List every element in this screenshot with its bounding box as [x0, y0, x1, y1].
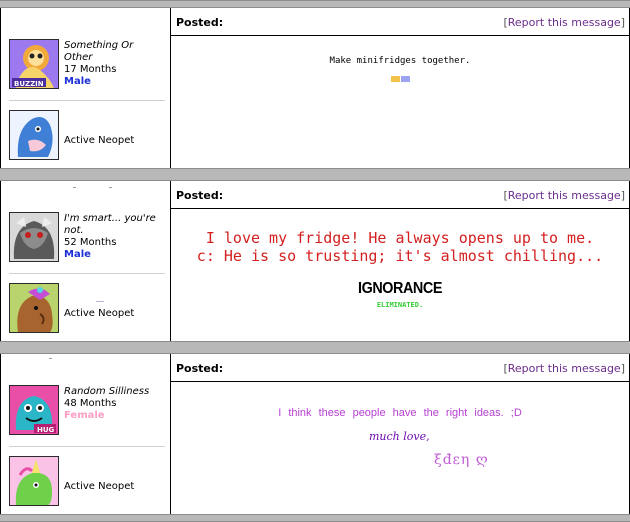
forum-post: I'm smart... you're not. 52 Months Male …	[0, 181, 630, 341]
account-age: 17 Months	[64, 64, 117, 75]
report-message: [Report this message]	[503, 362, 625, 375]
report-message: [Report this message]	[503, 189, 625, 202]
user-gender: Male	[64, 76, 91, 87]
message-signature-name: ξđεη ღ	[434, 452, 489, 468]
message-panel: Posted: [Report this message] Make minif…	[171, 8, 629, 168]
divider	[9, 100, 165, 101]
user-avatar[interactable]: HUG	[9, 385, 59, 435]
report-link[interactable]: Report this message	[508, 189, 621, 202]
divider	[9, 446, 165, 447]
posted-label: Posted:	[176, 362, 224, 375]
message-body: I think these people have the right idea…	[171, 382, 629, 514]
account-age: 52 Months	[64, 237, 117, 248]
post-header: Posted: [Report this message]	[171, 354, 629, 382]
avatar-badge: BUZZIN	[14, 80, 44, 88]
user-info: Random Silliness 48 Months Female	[64, 386, 164, 422]
forum-post: HUG Random Silliness 48 Months Female Ac…	[0, 354, 630, 514]
user-gender: Female	[64, 410, 105, 421]
hug-avatar-icon: HUG	[10, 386, 58, 434]
signature-subtitle: ELIMINATED.	[376, 301, 424, 309]
active-neopet-image[interactable]	[9, 283, 59, 333]
message-sign-off: much love,	[369, 430, 430, 443]
post-separator	[0, 0, 630, 8]
active-neopet-label: Active Neopet	[64, 481, 135, 492]
report-link[interactable]: Report this message	[508, 362, 621, 375]
report-link[interactable]: Report this message	[508, 16, 621, 29]
signature-title: IGNORANCE	[358, 280, 442, 297]
active-neopet-label: Active Neopet	[64, 308, 135, 319]
author-panel: BUZZIN Something Or Other 17 Months Male…	[1, 8, 171, 168]
grey-beast-avatar-icon	[10, 213, 58, 261]
buzz-avatar-icon: BUZZIN	[10, 40, 58, 88]
posted-label: Posted:	[176, 189, 224, 202]
report-message: [Report this message]	[503, 16, 625, 29]
decor-dots	[49, 358, 52, 359]
post-separator	[0, 341, 630, 354]
blue-pet-icon	[10, 111, 58, 159]
post-separator	[0, 168, 630, 181]
message-text: Make minifridges together.	[329, 56, 471, 66]
account-age: 48 Months	[64, 398, 117, 409]
posted-label: Posted:	[176, 16, 224, 29]
fridge-icon	[391, 76, 411, 82]
message-panel: Posted: [Report this message] I love my …	[171, 181, 629, 341]
brown-pet-icon	[10, 284, 58, 332]
author-panel: I'm smart... you're not. 52 Months Male …	[1, 181, 171, 341]
decor-dots	[109, 187, 112, 188]
message-panel: Posted: [Report this message] I think th…	[171, 354, 629, 514]
user-avatar[interactable]: BUZZIN	[9, 39, 59, 89]
active-neopet-label: Active Neopet	[64, 135, 135, 146]
post-separator	[0, 514, 630, 522]
decor-dots	[96, 301, 104, 302]
user-gender: Male	[64, 249, 91, 260]
user-signature: Something Or Other	[64, 40, 134, 63]
user-signature: I'm smart... you're not.	[64, 213, 156, 236]
forum-post: BUZZIN Something Or Other 17 Months Male…	[0, 8, 630, 168]
message-text: c: He is so trusting; it's almost chilli…	[196, 247, 604, 265]
avatar-badge: HUG	[37, 426, 55, 434]
active-neopet-image[interactable]	[9, 110, 59, 160]
user-info: Something Or Other 17 Months Male	[64, 40, 164, 88]
post-header: Posted: [Report this message]	[171, 8, 629, 36]
green-pet-icon	[10, 457, 58, 505]
post-header: Posted: [Report this message]	[171, 181, 629, 209]
message-text: I love my fridge! He always opens up to …	[205, 229, 595, 247]
message-body: Make minifridges together.	[171, 36, 629, 168]
active-neopet-image[interactable]	[9, 456, 59, 506]
user-signature: Random Silliness	[64, 386, 150, 397]
author-panel: HUG Random Silliness 48 Months Female Ac…	[1, 354, 171, 514]
decor-dots	[73, 187, 76, 188]
message-body: I love my fridge! He always opens up to …	[171, 209, 629, 341]
divider	[9, 273, 165, 274]
user-avatar[interactable]	[9, 212, 59, 262]
message-text: I think these people have the right idea…	[278, 407, 522, 419]
user-info: I'm smart... you're not. 52 Months Male	[64, 213, 164, 261]
